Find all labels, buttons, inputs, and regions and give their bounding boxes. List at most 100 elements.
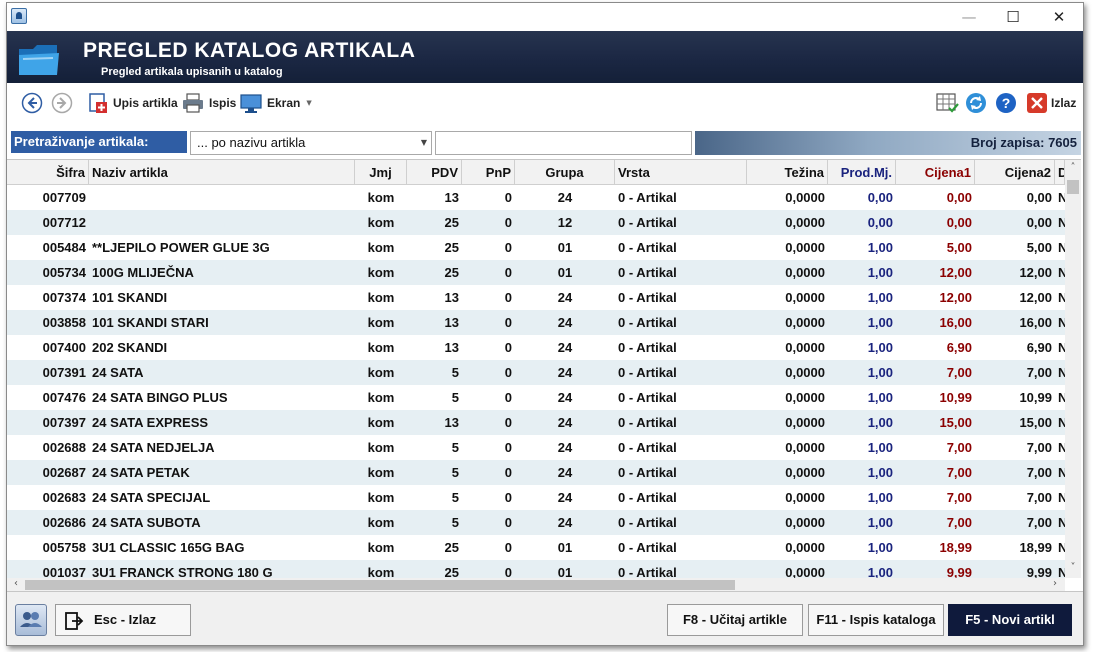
cell-pnp: 0 [504,240,512,255]
add-item-button[interactable]: Upis artikla [87,91,178,115]
cell-prod-mj: 1,00 [867,340,893,355]
cell-naziv [89,210,355,235]
table-row[interactable]: 002688 24 SATA NEDJELJA kom 5 0 24 0 - Artikal… [7,435,1065,460]
f8-load-items-button[interactable]: F8 - Učitaj artikle [667,604,803,636]
header-col-pnp[interactable]: PnP [462,160,515,185]
cell-vrsta: 0 - Artikal [618,465,677,480]
cell-vrsta: 0 - Artikal [618,365,677,380]
header-col-jmj[interactable]: Jmj [355,160,407,185]
table-row[interactable]: 007374 101 SKANDI kom 13 0 24 0 - Artikal 0,000… [7,285,1065,310]
table-row[interactable]: 005484 **LJEPILO POWER GLUE 3G kom 25 0 01 0 -… [7,235,1065,260]
exit-door-icon [65,612,84,630]
header-col-vrsta[interactable]: Vrsta [615,160,747,185]
exit-button[interactable]: Izlaz [1027,91,1076,115]
screen-dropdown-button[interactable]: Ekran ▼ [239,91,312,115]
cell-d: N [1055,410,1065,435]
cell-jmj: kom [367,390,395,405]
table-row[interactable]: 007712 kom 25 0 12 0 - Artikal 0,0000 0,00 0,00 0… [7,210,1065,235]
header-col-tezina[interactable]: Težina [747,160,828,185]
header-col-cijena1[interactable]: Cijena1 [896,160,975,185]
cell-d: N [1055,335,1065,360]
scroll-up-icon[interactable]: ˄ [1065,162,1081,173]
header-col-d[interactable]: D [1055,160,1065,185]
cell-vrsta: 0 - Artikal [618,390,677,405]
f5-new-item-button[interactable]: F5 - Novi artikl [948,604,1072,636]
cell-cijena1: 0,00 [946,190,972,205]
table-row[interactable]: 005734 100G MLIJEČNA kom 25 0 01 0 - Artikal 0,… [7,260,1065,285]
chevron-down-icon: ▼ [306,99,312,107]
cell-pnp: 0 [504,515,512,530]
vertical-scroll-thumb[interactable] [1067,180,1079,194]
minimize-button[interactable]: — [953,7,985,27]
cell-d: N [1055,260,1065,285]
chevron-down-icon: ▼ [420,138,427,147]
header-col-grupa[interactable]: Grupa [515,160,615,185]
table-row[interactable]: 005758 3U1 CLASSIC 165G BAG kom 25 0 01 0 - Ar… [7,535,1065,560]
cell-grupa: 24 [557,440,573,455]
f11-print-catalog-button[interactable]: F11 - Ispis kataloga [808,604,944,636]
scroll-left-icon[interactable]: ‹ [8,578,24,589]
cell-prod-mj: 1,00 [867,390,893,405]
cell-prod-mj: 1,00 [867,315,893,330]
cell-cijena1: 6,90 [946,340,972,355]
table-row[interactable]: 002683 24 SATA SPECIJAL kom 5 0 24 0 - Artikal… [7,485,1065,510]
table-check-icon[interactable] [935,92,959,114]
table-row[interactable]: 007391 24 SATA kom 5 0 24 0 - Artikal 0,0000 1,0… [7,360,1065,385]
search-input[interactable] [435,131,692,155]
cell-pnp: 0 [504,465,512,480]
cell-tezina: 0,0000 [785,265,825,280]
horizontal-scroll-thumb[interactable] [25,580,735,590]
table-row[interactable]: 007400 202 SKANDI kom 13 0 24 0 - Artikal 0,000… [7,335,1065,360]
cell-naziv: 101 SKANDI [92,290,168,305]
cell-cijena1: 7,00 [946,465,972,480]
arrow-right-icon[interactable] [51,92,73,114]
app-icon [11,8,27,24]
cell-cijena1: 7,00 [946,515,972,530]
cell-cijena2: 18,99 [1019,540,1052,555]
cell-prod-mj: 0,00 [867,215,893,230]
table-row[interactable]: 007709 kom 13 0 24 0 - Artikal 0,0000 0,00 0,00 0… [7,185,1065,210]
cell-grupa: 24 [557,465,573,480]
help-icon[interactable]: ? [995,92,1017,114]
app-logo-button[interactable] [15,604,47,636]
header-col-prod-mj[interactable]: Prod.Mj. [828,160,896,185]
header-col-cijena2[interactable]: Cijena2 [975,160,1055,185]
arrow-left-icon[interactable] [21,92,43,114]
horizontal-scrollbar[interactable]: ‹ › [7,578,1065,591]
header-col-sifra[interactable]: Šifra [7,160,89,185]
header-col-naziv[interactable]: Naziv artikla [89,160,355,185]
cell-vrsta: 0 - Artikal [618,440,677,455]
exit-label: Izlaz [1051,96,1077,110]
cell-naziv: 24 SATA [92,365,144,380]
cell-jmj: kom [367,240,395,255]
cell-cijena2: 12,00 [1019,290,1052,305]
cell-d: N [1055,485,1065,510]
search-mode-select[interactable]: ... po nazivu artikla ▼ [190,131,432,155]
close-window-button[interactable]: ✕ [1043,7,1075,27]
scroll-down-icon[interactable]: ˅ [1065,562,1081,573]
cell-vrsta: 0 - Artikal [618,190,677,205]
header-col-pdv[interactable]: PDV [407,160,462,185]
table-row[interactable]: 002687 24 SATA PETAK kom 5 0 24 0 - Artikal 0,0… [7,460,1065,485]
table-row[interactable]: 003858 101 SKANDI STARI kom 13 0 24 0 - Artika… [7,310,1065,335]
cell-pdv: 25 [444,215,459,230]
refresh-icon[interactable] [965,92,987,114]
table-row[interactable]: 007397 24 SATA EXPRESS kom 13 0 24 0 - Artikal… [7,410,1065,435]
cell-pdv: 5 [451,440,459,455]
cell-pdv: 5 [451,390,459,405]
cell-cijena2: 6,90 [1026,340,1052,355]
vertical-scrollbar[interactable]: ˄ ˅ [1065,160,1081,578]
cell-prod-mj: 1,00 [867,240,893,255]
cell-prod-mj: 1,00 [867,540,893,555]
scroll-right-icon[interactable]: › [1047,578,1063,589]
cell-grupa: 24 [557,315,573,330]
table-row[interactable]: 002686 24 SATA SUBOTA kom 5 0 24 0 - Artikal 0,… [7,510,1065,535]
maximize-button[interactable]: ☐ [997,7,1029,27]
cell-prod-mj: 1,00 [867,440,893,455]
cell-pnp: 0 [504,365,512,380]
print-button[interactable]: Ispis [181,91,236,115]
cell-tezina: 0,0000 [785,290,825,305]
table-row[interactable]: 007476 24 SATA BINGO PLUS kom 5 0 24 0 - Artik… [7,385,1065,410]
esc-exit-button[interactable]: Esc - Izlaz [55,604,191,636]
cell-grupa: 24 [557,365,573,380]
